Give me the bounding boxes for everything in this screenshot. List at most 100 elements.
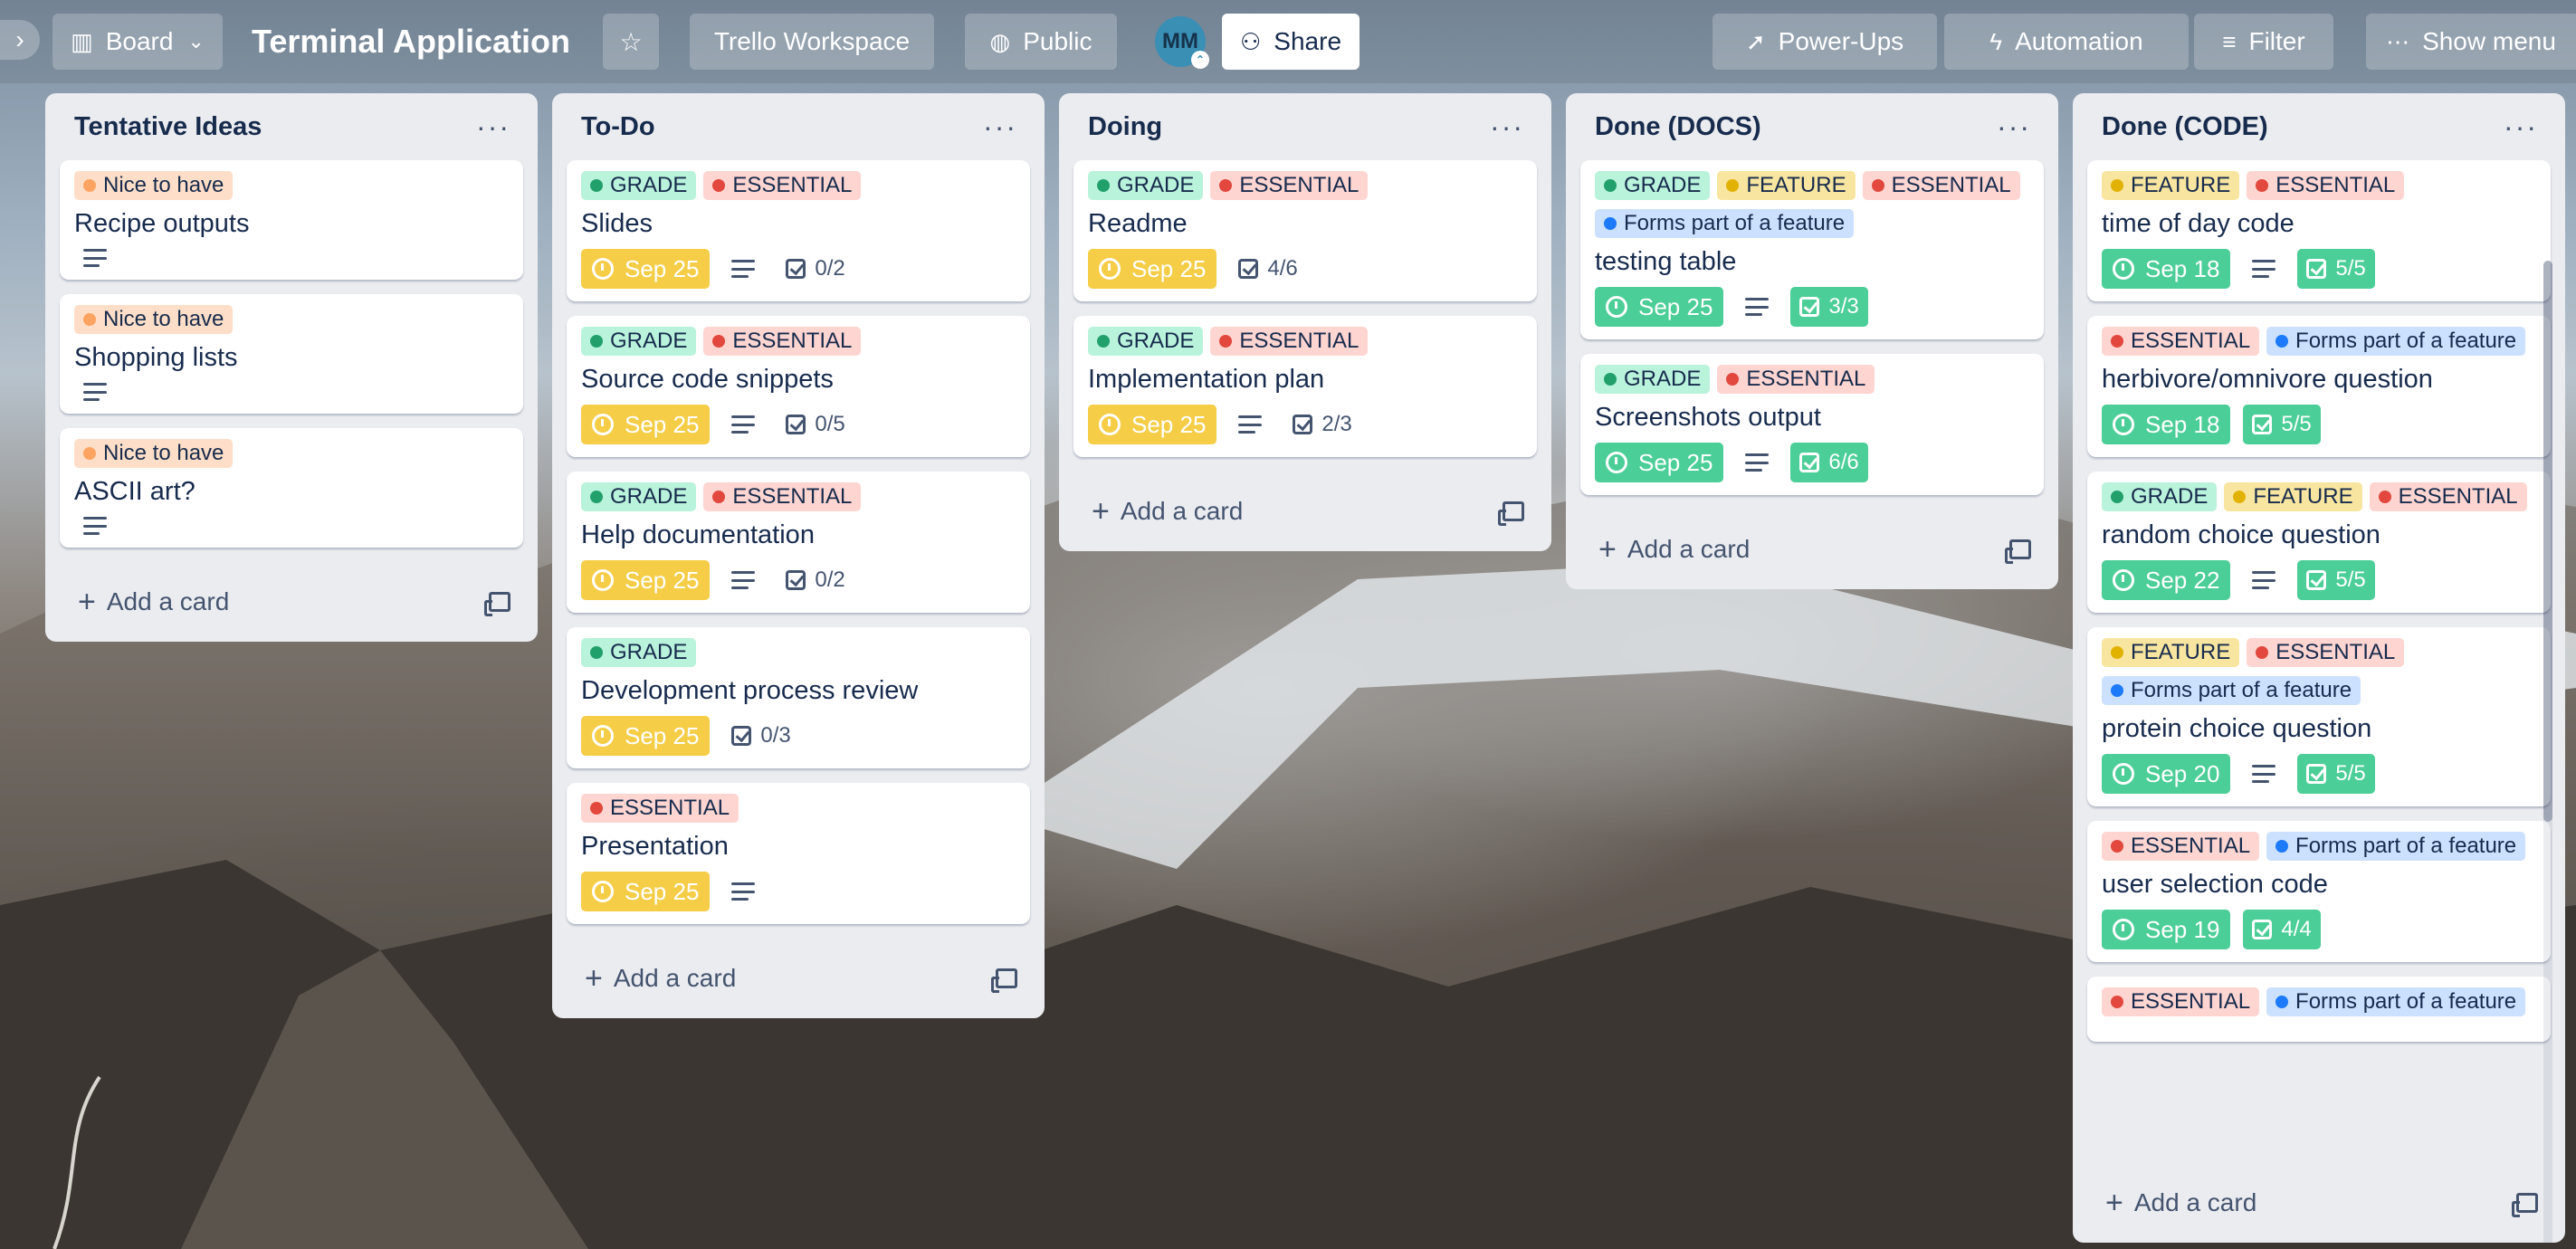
label-grade[interactable]: GRADE xyxy=(1088,327,1204,356)
label-essential[interactable]: ESSENTIAL xyxy=(2369,482,2527,511)
automation-button[interactable]: ϟ Automation xyxy=(1944,14,2189,70)
due-date-badge[interactable]: Sep 25 xyxy=(581,249,711,289)
label-essential[interactable]: ESSENTIAL xyxy=(1210,327,1369,356)
list-title[interactable]: Doing xyxy=(1088,112,1162,142)
due-date-badge[interactable]: Sep 19 xyxy=(2102,910,2231,949)
card[interactable]: GRADE ESSENTIAL Slides Sep 25 0/2 xyxy=(567,160,1030,301)
show-menu-button[interactable]: ⋯ Show menu xyxy=(2366,14,2576,70)
label-essential[interactable]: ESSENTIAL xyxy=(581,794,739,823)
list-title[interactable]: To-Do xyxy=(581,112,655,142)
label-feature[interactable]: FEATURE xyxy=(2102,638,2240,667)
label-essential[interactable]: ESSENTIAL xyxy=(1862,171,2020,200)
card-template-icon[interactable] xyxy=(484,592,510,616)
due-date-badge[interactable]: Sep 25 xyxy=(581,716,711,756)
label-essential[interactable]: ESSENTIAL xyxy=(2102,987,2260,1016)
label-essential[interactable]: ESSENTIAL xyxy=(2247,171,2405,200)
add-card-button[interactable]: + Add a card xyxy=(78,585,229,620)
card[interactable]: FEATURE ESSENTIAL Forms part of a feature p… xyxy=(2087,627,2551,806)
label-forms[interactable]: Forms part of a feature xyxy=(2266,832,2526,861)
label-feature[interactable]: FEATURE xyxy=(2224,482,2362,511)
due-date-badge[interactable]: Sep 25 xyxy=(1088,405,1217,444)
visibility-button[interactable]: ◍ Public xyxy=(965,14,1117,70)
due-date-badge[interactable]: Sep 25 xyxy=(1595,443,1724,482)
card[interactable]: FEATURE ESSENTIAL time of day code Sep 18 5/… xyxy=(2087,160,2551,301)
workspace-button[interactable]: Trello Workspace xyxy=(690,14,934,70)
due-date-badge[interactable]: Sep 22 xyxy=(2102,560,2231,600)
due-date-badge[interactable]: Sep 25 xyxy=(1088,249,1217,289)
card[interactable]: GRADE Development process review Sep 25 0/3 xyxy=(567,627,1030,768)
label-grade[interactable]: GRADE xyxy=(1595,365,1711,394)
label-forms[interactable]: Forms part of a feature xyxy=(2102,676,2361,705)
card[interactable]: ESSENTIAL Presentation Sep 25 xyxy=(567,783,1030,924)
board-title[interactable]: Terminal Application xyxy=(252,18,570,65)
label-feature[interactable]: FEATURE xyxy=(1717,171,1856,200)
label-forms[interactable]: Forms part of a feature xyxy=(2266,987,2526,1016)
label-essential[interactable]: ESSENTIAL xyxy=(703,327,862,356)
avatar[interactable]: MM ⌃ xyxy=(1155,16,1209,69)
card[interactable]: GRADE FEATURE ESSENTIAL random choice quest… xyxy=(2087,472,2551,613)
due-date-badge[interactable]: Sep 25 xyxy=(581,872,711,911)
label-nice[interactable]: Nice to have xyxy=(74,171,234,200)
card-template-icon[interactable] xyxy=(991,968,1017,993)
card[interactable]: GRADE FEATURE ESSENTIAL Forms part of a fea… xyxy=(1580,160,2044,339)
label-forms[interactable]: Forms part of a feature xyxy=(2266,327,2526,356)
card[interactable]: ESSENTIAL Forms part of a feature user sel… xyxy=(2087,821,2551,962)
scrollbar-thumb[interactable] xyxy=(2543,261,2552,822)
label-grade[interactable]: GRADE xyxy=(581,482,697,511)
due-date-badge[interactable]: Sep 20 xyxy=(2102,754,2231,794)
card[interactable]: GRADE ESSENTIAL Screenshots output Sep 25 6/… xyxy=(1580,354,2044,495)
card[interactable]: GRADE ESSENTIAL Help documentation Sep 25 0/… xyxy=(567,472,1030,613)
label-essential[interactable]: ESSENTIAL xyxy=(2247,638,2405,667)
add-card-button[interactable]: + Add a card xyxy=(1092,494,1243,529)
card[interactable]: ESSENTIAL Forms part of a feature xyxy=(2087,977,2551,1042)
due-date-badge[interactable]: Sep 25 xyxy=(1595,287,1724,327)
label-essential[interactable]: ESSENTIAL xyxy=(2102,832,2260,861)
card-template-icon[interactable] xyxy=(2512,1193,2538,1217)
label-grade[interactable]: GRADE xyxy=(581,327,697,356)
card[interactable]: GRADE ESSENTIAL Implementation plan Sep 25 2… xyxy=(1073,316,1537,457)
due-date-badge[interactable]: Sep 25 xyxy=(581,560,711,600)
card-template-icon[interactable] xyxy=(1498,501,1524,526)
label-essential[interactable]: ESSENTIAL xyxy=(1717,365,1875,394)
label-grade[interactable]: GRADE xyxy=(581,638,697,667)
share-button[interactable]: ⚇ Share xyxy=(1222,14,1360,70)
list-menu-icon[interactable]: ··· xyxy=(2504,110,2538,144)
list-title[interactable]: Done (CODE) xyxy=(2102,112,2268,142)
list-menu-icon[interactable]: ··· xyxy=(476,110,510,144)
board-view-switcher[interactable]: ▥ Board ⌄ xyxy=(52,14,223,70)
card-template-icon[interactable] xyxy=(2005,539,2031,564)
due-date-badge[interactable]: Sep 18 xyxy=(2102,249,2231,289)
add-card-button[interactable]: + Add a card xyxy=(1598,532,1750,567)
label-feature[interactable]: FEATURE xyxy=(2102,171,2240,200)
filter-button[interactable]: ≡ Filter xyxy=(2194,14,2333,70)
list-scrollbar[interactable] xyxy=(2543,261,2552,1243)
label-grade[interactable]: GRADE xyxy=(581,171,697,200)
label-forms[interactable]: Forms part of a feature xyxy=(1595,209,1855,238)
label-essential[interactable]: ESSENTIAL xyxy=(703,482,862,511)
label-nice[interactable]: Nice to have xyxy=(74,305,234,334)
label-nice[interactable]: Nice to have xyxy=(74,439,234,468)
label-essential[interactable]: ESSENTIAL xyxy=(2102,327,2260,356)
list-title[interactable]: Done (DOCS) xyxy=(1595,112,1761,142)
label-essential[interactable]: ESSENTIAL xyxy=(1210,171,1369,200)
list-menu-icon[interactable]: ··· xyxy=(1490,110,1524,144)
star-button[interactable]: ☆ xyxy=(603,14,659,70)
list-title[interactable]: Tentative Ideas xyxy=(74,112,262,142)
card[interactable]: ESSENTIAL Forms part of a feature herbivor… xyxy=(2087,316,2551,457)
label-grade[interactable]: GRADE xyxy=(1088,171,1204,200)
powerups-button[interactable]: ➚ Power-Ups xyxy=(1713,14,1937,70)
card[interactable]: GRADE ESSENTIAL Source code snippets Sep 25… xyxy=(567,316,1030,457)
due-date-badge[interactable]: Sep 18 xyxy=(2102,405,2231,444)
card[interactable]: GRADE ESSENTIAL Readme Sep 25 4/6 xyxy=(1073,160,1537,301)
card[interactable]: Nice to have ASCII art? xyxy=(60,428,523,548)
sidebar-toggle-button[interactable]: › xyxy=(0,20,40,60)
due-date-badge[interactable]: Sep 25 xyxy=(581,405,711,444)
card[interactable]: Nice to have Recipe outputs xyxy=(60,160,523,280)
label-grade[interactable]: GRADE xyxy=(1595,171,1711,200)
list-menu-icon[interactable]: ··· xyxy=(1997,110,2031,144)
list-menu-icon[interactable]: ··· xyxy=(983,110,1017,144)
label-grade[interactable]: GRADE xyxy=(2102,482,2218,511)
add-card-button[interactable]: + Add a card xyxy=(2105,1186,2256,1221)
label-essential[interactable]: ESSENTIAL xyxy=(703,171,862,200)
add-card-button[interactable]: + Add a card xyxy=(585,961,736,996)
